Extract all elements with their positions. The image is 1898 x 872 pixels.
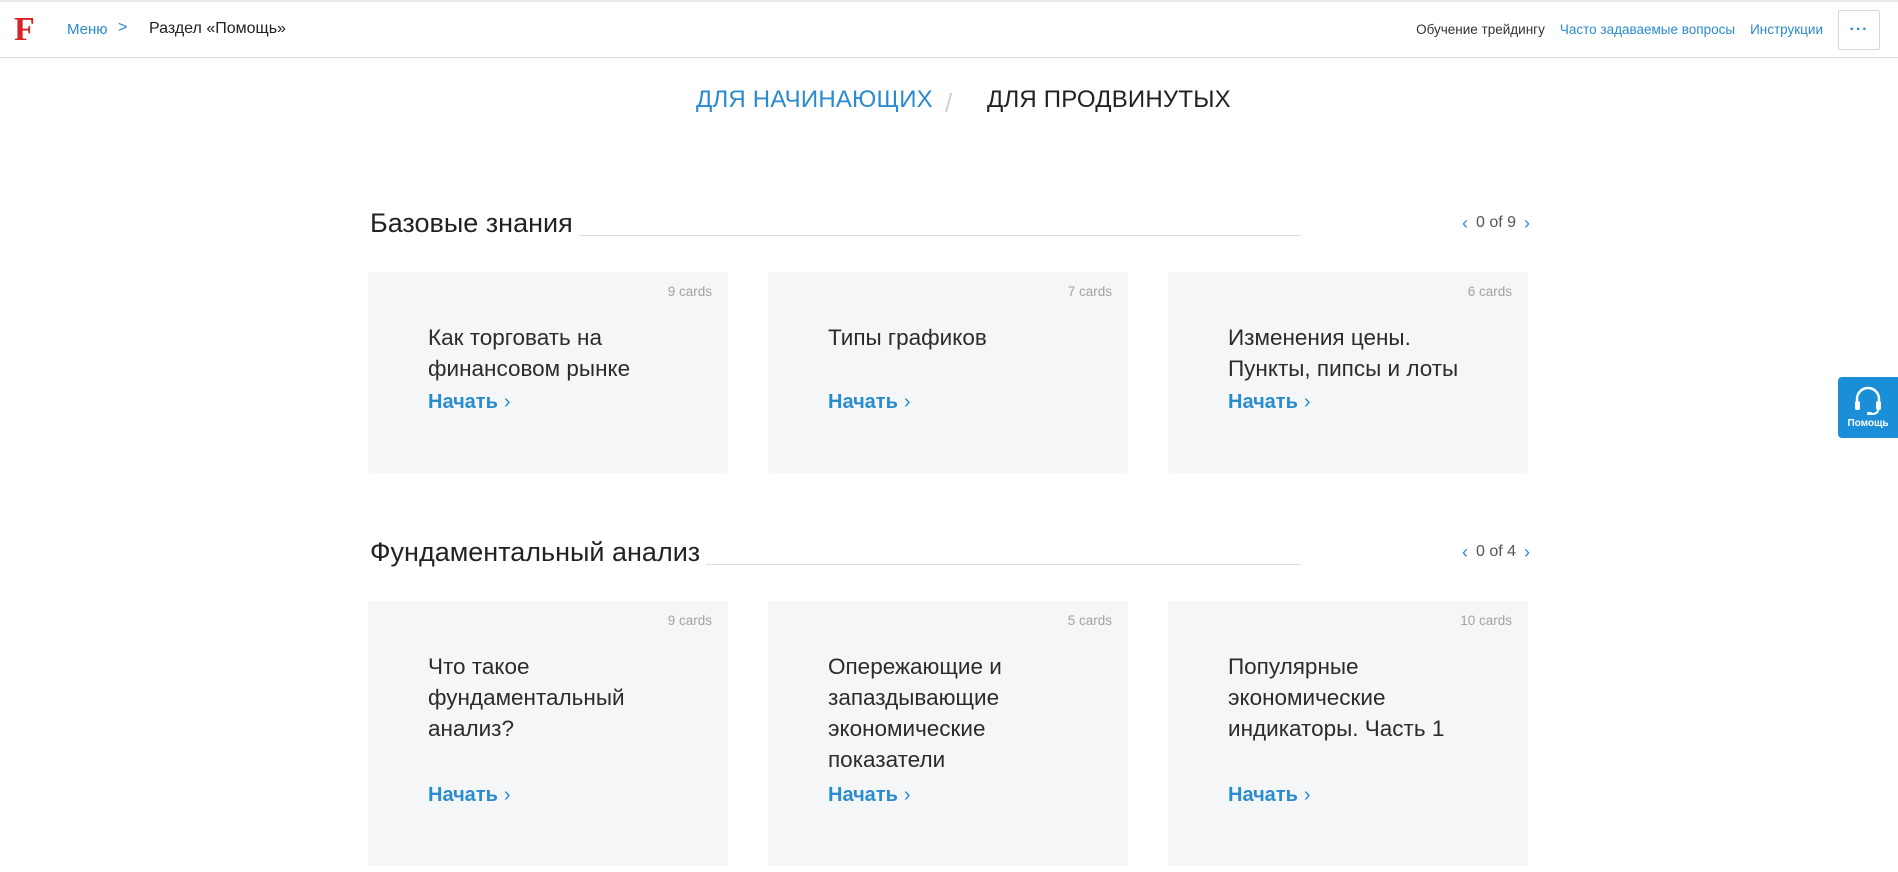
course-card[interactable]: 6 cards Изменения цены. Пункты, пипсы и … bbox=[1168, 272, 1528, 473]
breadcrumb-menu-link[interactable]: Меню bbox=[67, 21, 108, 38]
tab-divider: / bbox=[945, 88, 953, 118]
help-widget-button[interactable]: Помощь bbox=[1838, 377, 1898, 438]
section-header: Базовые знания ‹ 0 of 9 › bbox=[368, 208, 1530, 242]
card-count: 6 cards bbox=[1467, 284, 1512, 299]
chevron-right-icon: › bbox=[1303, 784, 1311, 806]
card-title: Популярные экономические индикаторы. Час… bbox=[1228, 654, 1445, 741]
chevron-right-icon[interactable]: › bbox=[1524, 543, 1530, 561]
chevron-right-icon: › bbox=[503, 391, 511, 413]
section-divider bbox=[580, 235, 1300, 236]
course-card[interactable]: 10 cards Популярные экономические индика… bbox=[1168, 601, 1528, 866]
section-fundamental: Фундаментальный анализ ‹ 0 of 4 › 9 card… bbox=[368, 537, 1530, 867]
pager-text: 0 of 4 bbox=[1475, 543, 1516, 560]
card-count: 10 cards bbox=[1460, 613, 1512, 628]
start-link[interactable]: Начать › bbox=[1228, 784, 1311, 807]
card-title: Опережающие и запаздывающие экономически… bbox=[828, 654, 1002, 772]
section-basics: Базовые знания ‹ 0 of 9 › 9 cards Как то… bbox=[368, 208, 1530, 474]
nav-instructions[interactable]: Инструкции bbox=[1750, 22, 1823, 37]
section-title: Базовые знания bbox=[370, 208, 573, 238]
section-pager: ‹ 0 of 9 › bbox=[1462, 214, 1530, 232]
pager-text: 0 of 9 bbox=[1475, 214, 1516, 231]
level-tabs: ДЛЯ НАЧИНАЮЩИХ / ДЛЯ ПРОДВИНУТЫХ bbox=[0, 86, 1898, 120]
course-card[interactable]: 5 cards Опережающие и запаздывающие экон… bbox=[768, 601, 1128, 866]
card-count: 9 cards bbox=[667, 613, 712, 628]
start-link[interactable]: Начать › bbox=[828, 784, 911, 807]
tab-beginner[interactable]: ДЛЯ НАЧИНАЮЩИХ bbox=[696, 86, 933, 114]
tab-advanced[interactable]: ДЛЯ ПРОДВИНУТЫХ bbox=[987, 86, 1231, 114]
card-title: Что такое фундаментальный анализ? bbox=[428, 654, 625, 741]
course-card[interactable]: 9 cards Что такое фундаментальный анализ… bbox=[368, 601, 728, 866]
more-menu-button[interactable]: ··· bbox=[1838, 10, 1880, 50]
chevron-left-icon[interactable]: ‹ bbox=[1462, 543, 1468, 561]
logo[interactable]: F bbox=[14, 10, 35, 50]
chevron-right-icon: › bbox=[903, 391, 911, 413]
breadcrumb-current: Раздел «Помощь» bbox=[149, 20, 286, 37]
chevron-right-icon: › bbox=[1303, 391, 1311, 413]
card-count: 7 cards bbox=[1067, 284, 1112, 299]
section-header: Фундаментальный анализ ‹ 0 of 4 › bbox=[368, 537, 1530, 571]
card-count: 9 cards bbox=[667, 284, 712, 299]
card-title: Как торговать на финансовом рынке bbox=[428, 325, 631, 381]
course-card[interactable]: 7 cards Типы графиков Начать › bbox=[768, 272, 1128, 473]
start-link[interactable]: Начать › bbox=[428, 784, 511, 807]
top-header: F Меню > Раздел «Помощь» Обучение трейди… bbox=[0, 0, 1898, 58]
card-count: 5 cards bbox=[1067, 613, 1112, 628]
start-link[interactable]: Начать › bbox=[828, 391, 911, 414]
chevron-right-icon: > bbox=[118, 19, 128, 36]
card-title: Изменения цены. Пункты, пипсы и лоты bbox=[1228, 325, 1459, 381]
help-widget-label: Помощь bbox=[1847, 418, 1889, 429]
chevron-left-icon[interactable]: ‹ bbox=[1462, 214, 1468, 232]
card-row: 9 cards Что такое фундаментальный анализ… bbox=[368, 601, 1528, 866]
section-pager: ‹ 0 of 4 › bbox=[1462, 543, 1530, 561]
top-nav: Обучение трейдингу Часто задаваемые вопр… bbox=[1416, 22, 1823, 37]
card-row: 9 cards Как торговать на финансовом рынк… bbox=[368, 272, 1528, 473]
start-link[interactable]: Начать › bbox=[1228, 391, 1311, 414]
nav-faq[interactable]: Часто задаваемые вопросы bbox=[1560, 22, 1735, 37]
card-title: Типы графиков bbox=[828, 325, 987, 350]
more-icon: ··· bbox=[1849, 21, 1869, 38]
headset-icon bbox=[1855, 386, 1881, 415]
course-card[interactable]: 9 cards Как торговать на финансовом рынк… bbox=[368, 272, 728, 473]
start-link[interactable]: Начать › bbox=[428, 391, 511, 414]
chevron-right-icon: › bbox=[903, 784, 911, 806]
nav-trading-education[interactable]: Обучение трейдингу bbox=[1416, 22, 1545, 37]
chevron-right-icon[interactable]: › bbox=[1524, 214, 1530, 232]
chevron-right-icon: › bbox=[503, 784, 511, 806]
section-title: Фундаментальный анализ bbox=[370, 537, 701, 567]
section-divider bbox=[706, 564, 1300, 565]
